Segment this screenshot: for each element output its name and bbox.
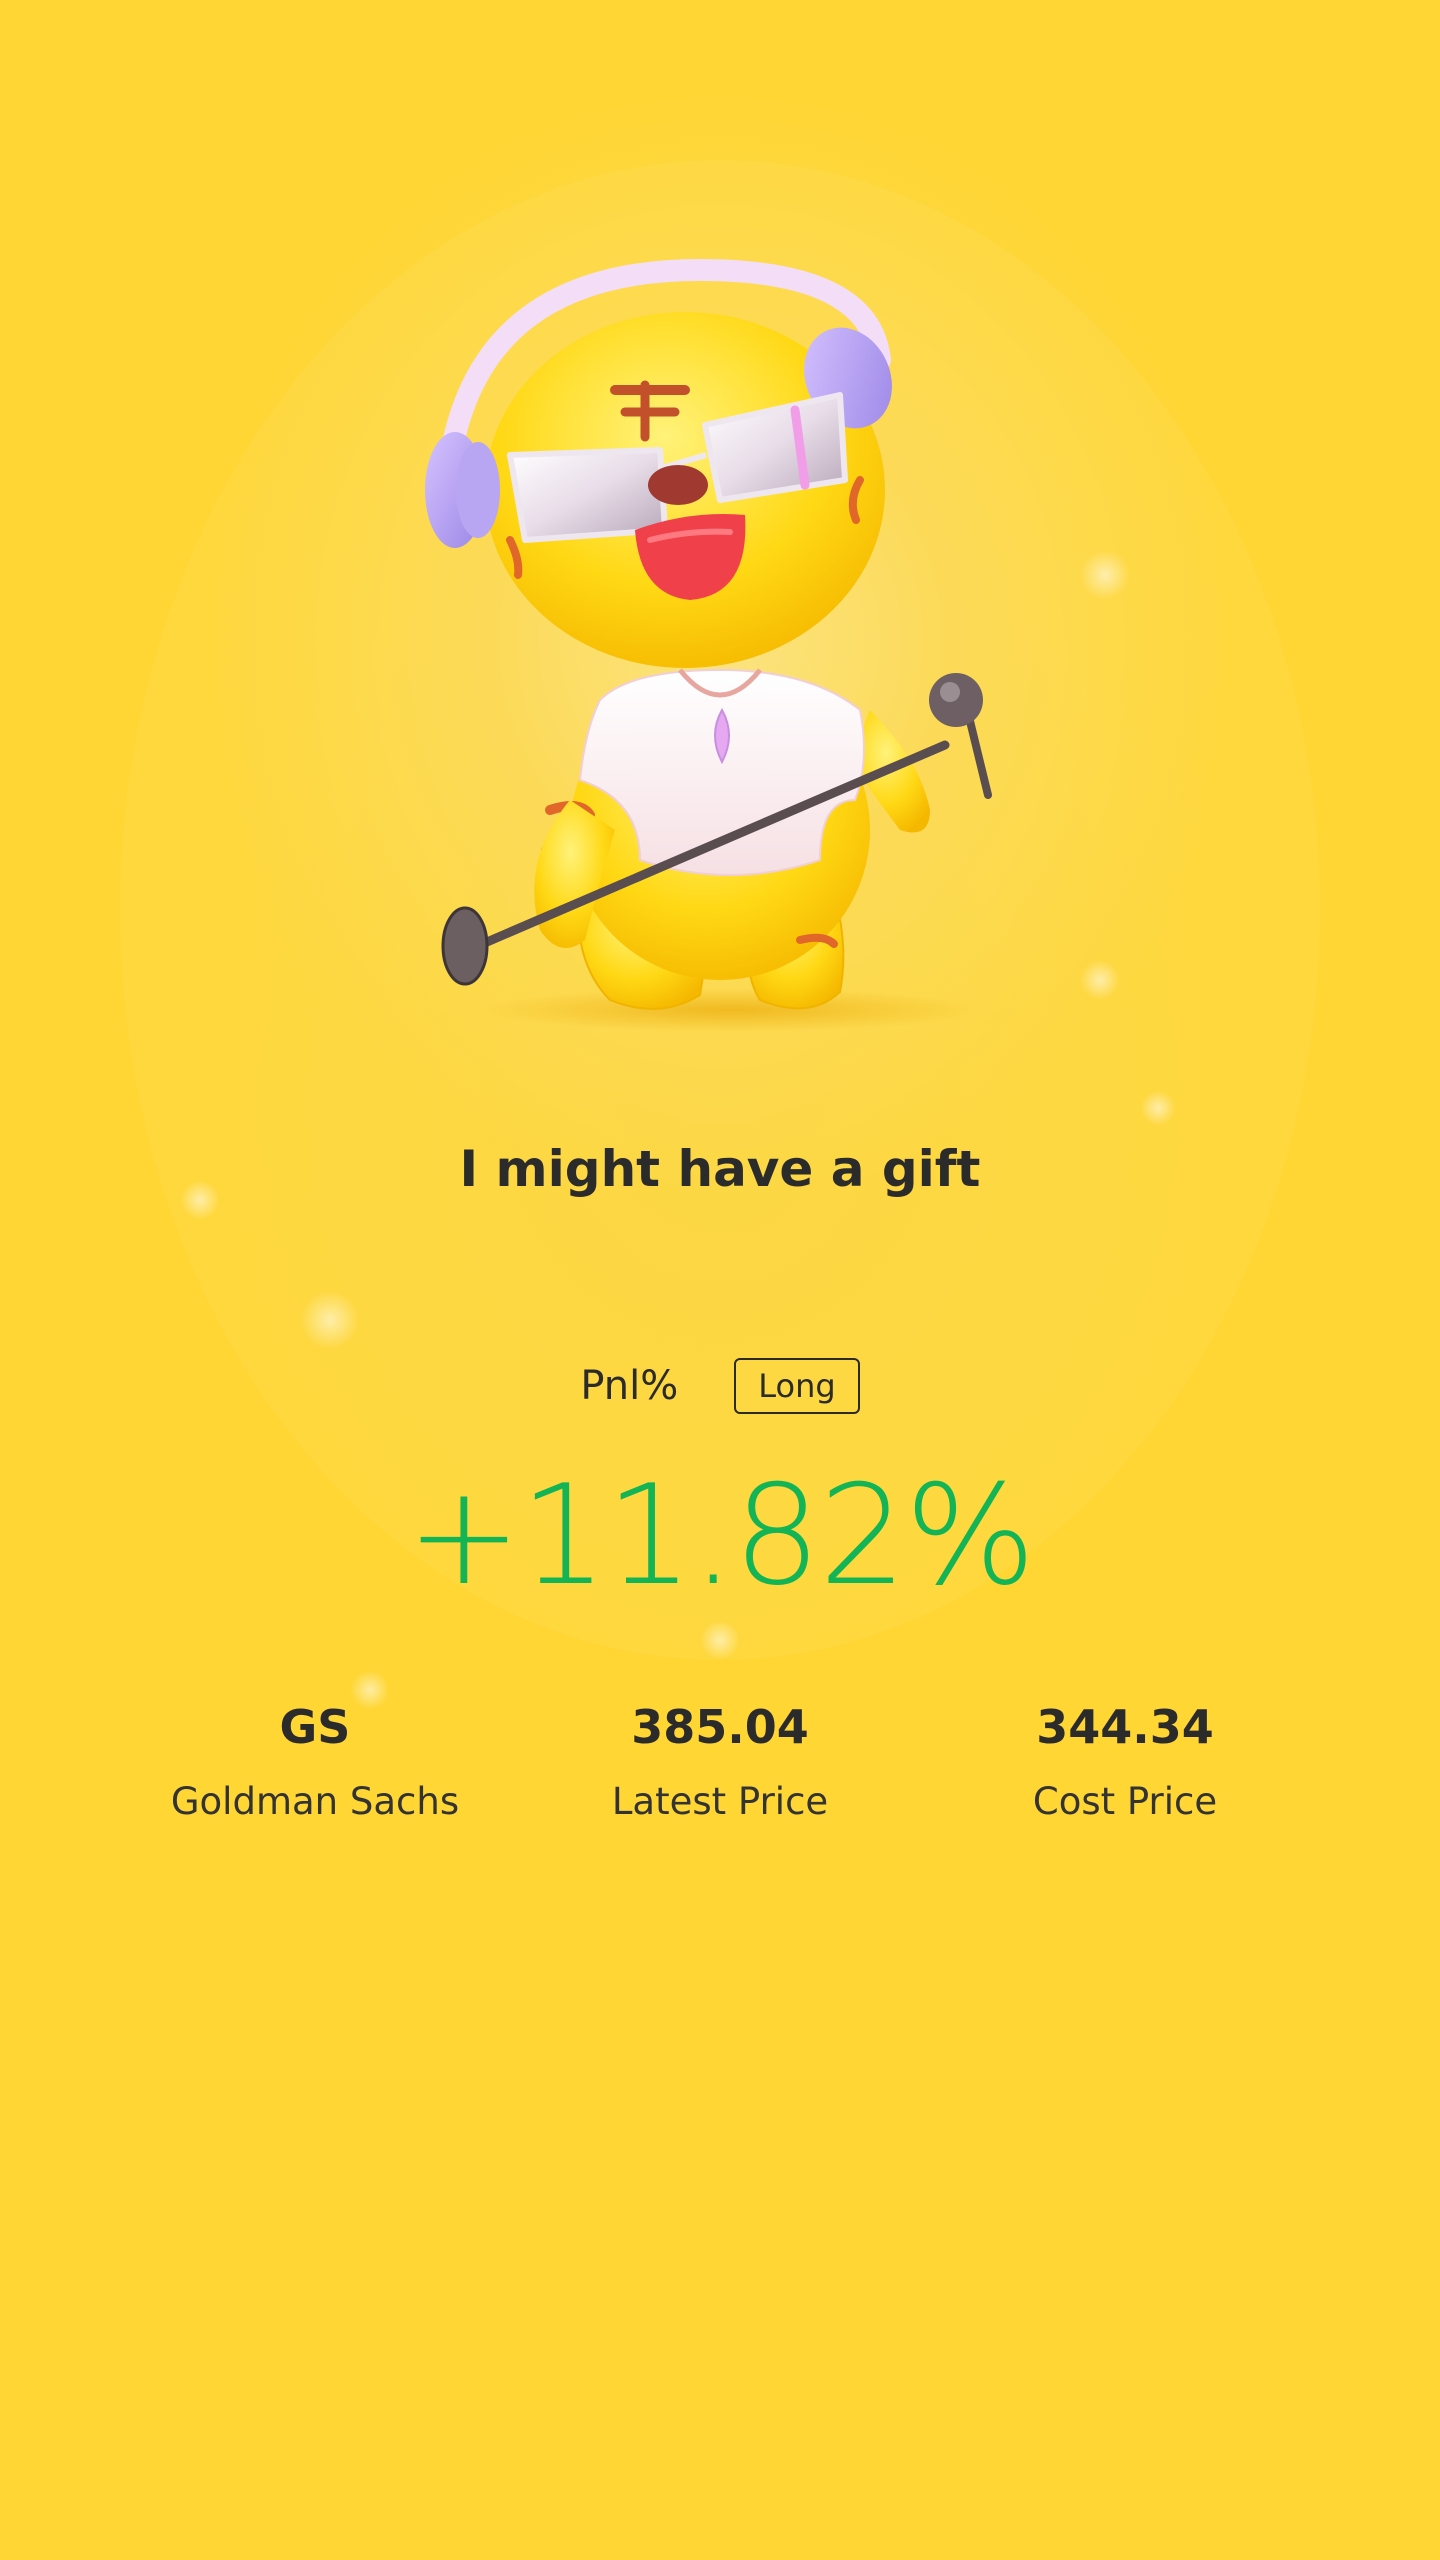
stat-cost-price: 344.34 Cost Price xyxy=(915,1700,1335,1823)
stock-symbol: GS xyxy=(279,1700,351,1754)
stat-symbol: GS Goldman Sachs xyxy=(105,1700,525,1823)
cost-price-value: 344.34 xyxy=(1036,1700,1214,1754)
pnl-header: Pnl% Long xyxy=(0,1358,1440,1414)
sparkle xyxy=(1080,960,1120,1000)
headline: I might have a gift xyxy=(459,1140,981,1198)
stock-name: Goldman Sachs xyxy=(170,1780,460,1823)
sparkle xyxy=(700,1620,740,1660)
pnl-label: Pnl% xyxy=(580,1363,679,1409)
sparkle xyxy=(300,1290,360,1350)
cost-price-label: Cost Price xyxy=(1032,1780,1218,1823)
tiger-mascot-image xyxy=(425,258,992,1032)
sparkle xyxy=(1140,1090,1176,1126)
latest-price-value: 385.04 xyxy=(631,1700,809,1754)
sparkle xyxy=(1080,550,1130,600)
position-side-badge: Long xyxy=(734,1358,860,1414)
pnl-percentage: +11.82% xyxy=(406,1455,1036,1616)
stat-latest-price: 385.04 Latest Price xyxy=(510,1700,930,1823)
position-stats: GS Goldman Sachs 385.04 Latest Price 344… xyxy=(0,1700,1440,1860)
latest-price-label: Latest Price xyxy=(611,1780,829,1823)
